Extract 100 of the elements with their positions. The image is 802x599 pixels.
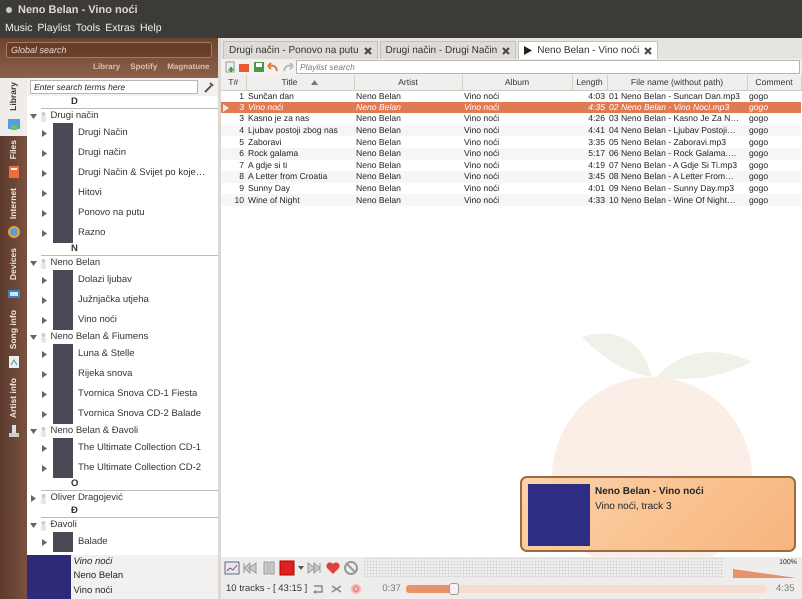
- expander-icon[interactable]: [41, 464, 48, 472]
- undo-icon[interactable]: [267, 61, 279, 73]
- expander-icon[interactable]: [41, 230, 48, 236]
- playlist-row[interactable]: 1 Sunčan dan Neno Belan Vino noći 4:03 01 Neno Belan - Suncan Dan.mp3 gogo: [221, 90, 801, 102]
- side-tab[interactable]: Song info: [0, 306, 27, 374]
- tree-item[interactable]: Ponovo na putu: [78, 206, 145, 220]
- table-cell: Neno Belan: [356, 136, 401, 147]
- playlist-row[interactable]: 7 A gdje si ti Neno Belan Vino noći 4:19 07 Neno Belan - A Gdje Si Ti.mp3 gogo: [221, 160, 801, 172]
- slider-thumb[interactable]: [449, 583, 460, 595]
- expander-icon[interactable]: [41, 390, 48, 398]
- stop-icon[interactable]: [279, 560, 295, 576]
- tree-item[interactable]: Južnjačka utjeha: [78, 292, 149, 308]
- menu-item[interactable]: Extras: [102, 21, 138, 37]
- playlist-tab[interactable]: Neno Belan - Vino noći: [518, 41, 658, 59]
- expander-icon[interactable]: [30, 260, 36, 266]
- visualization-icon[interactable]: [224, 560, 240, 576]
- new-playlist-icon[interactable]: [224, 61, 236, 73]
- tree-item[interactable]: Neno Belan: [50, 256, 100, 270]
- wrench-icon[interactable]: [203, 81, 215, 93]
- side-tab[interactable]: Internet: [0, 184, 27, 244]
- column-header[interactable]: T#: [221, 75, 246, 90]
- table-cell: 06 Neno Belan - Rock Galama.…: [609, 148, 737, 158]
- tree-item[interactable]: Tvornica Snova CD-1 Fiesta: [78, 386, 198, 402]
- heart-icon[interactable]: [324, 560, 340, 576]
- tree-item[interactable]: Balade: [78, 534, 108, 550]
- track-title: Vino noći: [74, 555, 114, 569]
- tree-item[interactable]: Drugi Način: [78, 126, 128, 140]
- library-search-field[interactable]: Enter search terms here: [30, 80, 198, 94]
- close-icon[interactable]: [644, 46, 652, 54]
- search-source[interactable]: Library: [93, 60, 120, 72]
- side-tab[interactable]: Artist info: [0, 374, 27, 443]
- close-icon[interactable]: [502, 46, 510, 54]
- seek-slider[interactable]: [406, 585, 766, 593]
- expander-icon[interactable]: [30, 334, 36, 340]
- expander-icon[interactable]: [41, 316, 48, 324]
- menu-item[interactable]: Playlist: [34, 21, 74, 37]
- playlist-row[interactable]: 9 Sunny Day Neno Belan Vino noći 4:01 09 Neno Belan - Sunny Day.mp3 gogo: [221, 182, 801, 194]
- column-header[interactable]: Artist: [354, 75, 462, 90]
- expander-icon[interactable]: [30, 494, 36, 502]
- tree-item[interactable]: Hitovi: [78, 186, 102, 200]
- table-cell: Neno Belan: [356, 90, 401, 101]
- expander-icon[interactable]: [41, 150, 48, 156]
- expander-icon[interactable]: [30, 428, 36, 434]
- menu-item[interactable]: Tools: [73, 21, 103, 37]
- tree-item[interactable]: Luna & Stelle: [78, 346, 135, 362]
- expander-icon[interactable]: [30, 112, 36, 120]
- column-header[interactable]: Title: [246, 75, 354, 90]
- tree-item[interactable]: Drugi način: [50, 108, 99, 124]
- expander-icon[interactable]: [41, 410, 48, 418]
- tree-item[interactable]: Drugi način: [78, 146, 126, 160]
- tree-item[interactable]: Neno Belan & Fiumens: [50, 330, 148, 344]
- expander-icon[interactable]: [41, 190, 48, 196]
- expander-icon[interactable]: [41, 444, 48, 452]
- global-search-field[interactable]: Global search: [6, 42, 212, 58]
- search-source[interactable]: Spotify: [130, 60, 158, 72]
- save-icon[interactable]: [252, 61, 264, 73]
- playlist-search-field[interactable]: Playlist search: [296, 60, 800, 74]
- playlist-row[interactable]: 4 Ljubav postoji zbog nas Neno Belan Vino noći 4:41 04 Neno Belan - Ljubav Postoji… gogo: [221, 124, 801, 136]
- playlist-row[interactable]: 10 Wine of Night Neno Belan Vino noći 4:33 10 Neno Belan - Wine Of Night… gogo: [221, 194, 801, 206]
- expander-icon[interactable]: [41, 296, 48, 304]
- expander-icon[interactable]: [41, 170, 48, 176]
- tree-item[interactable]: Oliver Dragojević: [50, 490, 123, 506]
- expander-icon[interactable]: [30, 522, 36, 528]
- column-header[interactable]: Album: [462, 75, 572, 90]
- close-icon[interactable]: [364, 46, 372, 54]
- playlist-row[interactable]: 5 Zaboravi Neno Belan Vino noći 3:35 05 Neno Belan - Zaboravi.mp3 gogo: [221, 136, 801, 148]
- playlist-row[interactable]: 6 Rock galama Neno Belan Vino noći 5:17 06 Neno Belan - Rock Galama.… gogo: [221, 148, 801, 160]
- tree-item[interactable]: Vino noći: [78, 312, 117, 328]
- side-tab[interactable]: Devices: [0, 244, 27, 306]
- search-source[interactable]: Magnatune: [167, 60, 210, 72]
- playlist-row[interactable]: 8 A Letter from Croatia Neno Belan Vino noći 3:45 08 Neno Belan - A Letter From… gogo: [221, 171, 801, 183]
- tree-item[interactable]: The Ultimate Collection CD-2: [78, 460, 202, 476]
- tree-item[interactable]: The Ultimate Collection CD-1: [78, 440, 202, 456]
- tree-item[interactable]: Dolazi ljubav: [78, 272, 132, 288]
- expander-icon[interactable]: [41, 350, 48, 358]
- expander-icon[interactable]: [41, 130, 48, 136]
- side-tab[interactable]: Library: [0, 78, 27, 136]
- tree-item[interactable]: Razno: [78, 226, 106, 240]
- expander-icon[interactable]: [41, 370, 48, 378]
- playlist-row[interactable]: 3 Kasno je za nas Neno Belan Vino noći 4:26 03 Neno Belan - Kasno Je Za N… gogo: [221, 113, 801, 125]
- column-header[interactable]: File name (without path): [607, 75, 747, 90]
- folder-icon[interactable]: [238, 61, 250, 73]
- scrobble-icon[interactable]: [350, 583, 362, 595]
- table-cell: Neno Belan: [356, 160, 401, 170]
- tree-item[interactable]: Rijeka snova: [78, 366, 132, 382]
- tree-item[interactable]: Tvornica Snova CD-2 Balade: [78, 406, 202, 422]
- expander-icon[interactable]: [41, 538, 48, 546]
- expander-icon[interactable]: [41, 276, 48, 284]
- menu-item[interactable]: Help: [137, 21, 164, 37]
- tree-item[interactable]: Đavoli: [50, 518, 77, 532]
- column-header[interactable]: Comment: [747, 75, 801, 90]
- expander-icon[interactable]: [41, 210, 48, 216]
- caret-icon[interactable]: [298, 566, 304, 570]
- tree-item[interactable]: Drugi Način & Svijet po koje…: [78, 166, 206, 180]
- column-header[interactable]: Length: [572, 75, 607, 90]
- menu-item[interactable]: Music: [2, 21, 35, 37]
- playlist-tab[interactable]: Drugi način - Drugi Način: [380, 41, 516, 59]
- side-tab[interactable]: Files: [0, 136, 27, 184]
- playlist-tab[interactable]: Drugi način - Ponovo na putu: [223, 41, 378, 59]
- tree-item[interactable]: Neno Belan & Đavoli: [50, 424, 138, 438]
